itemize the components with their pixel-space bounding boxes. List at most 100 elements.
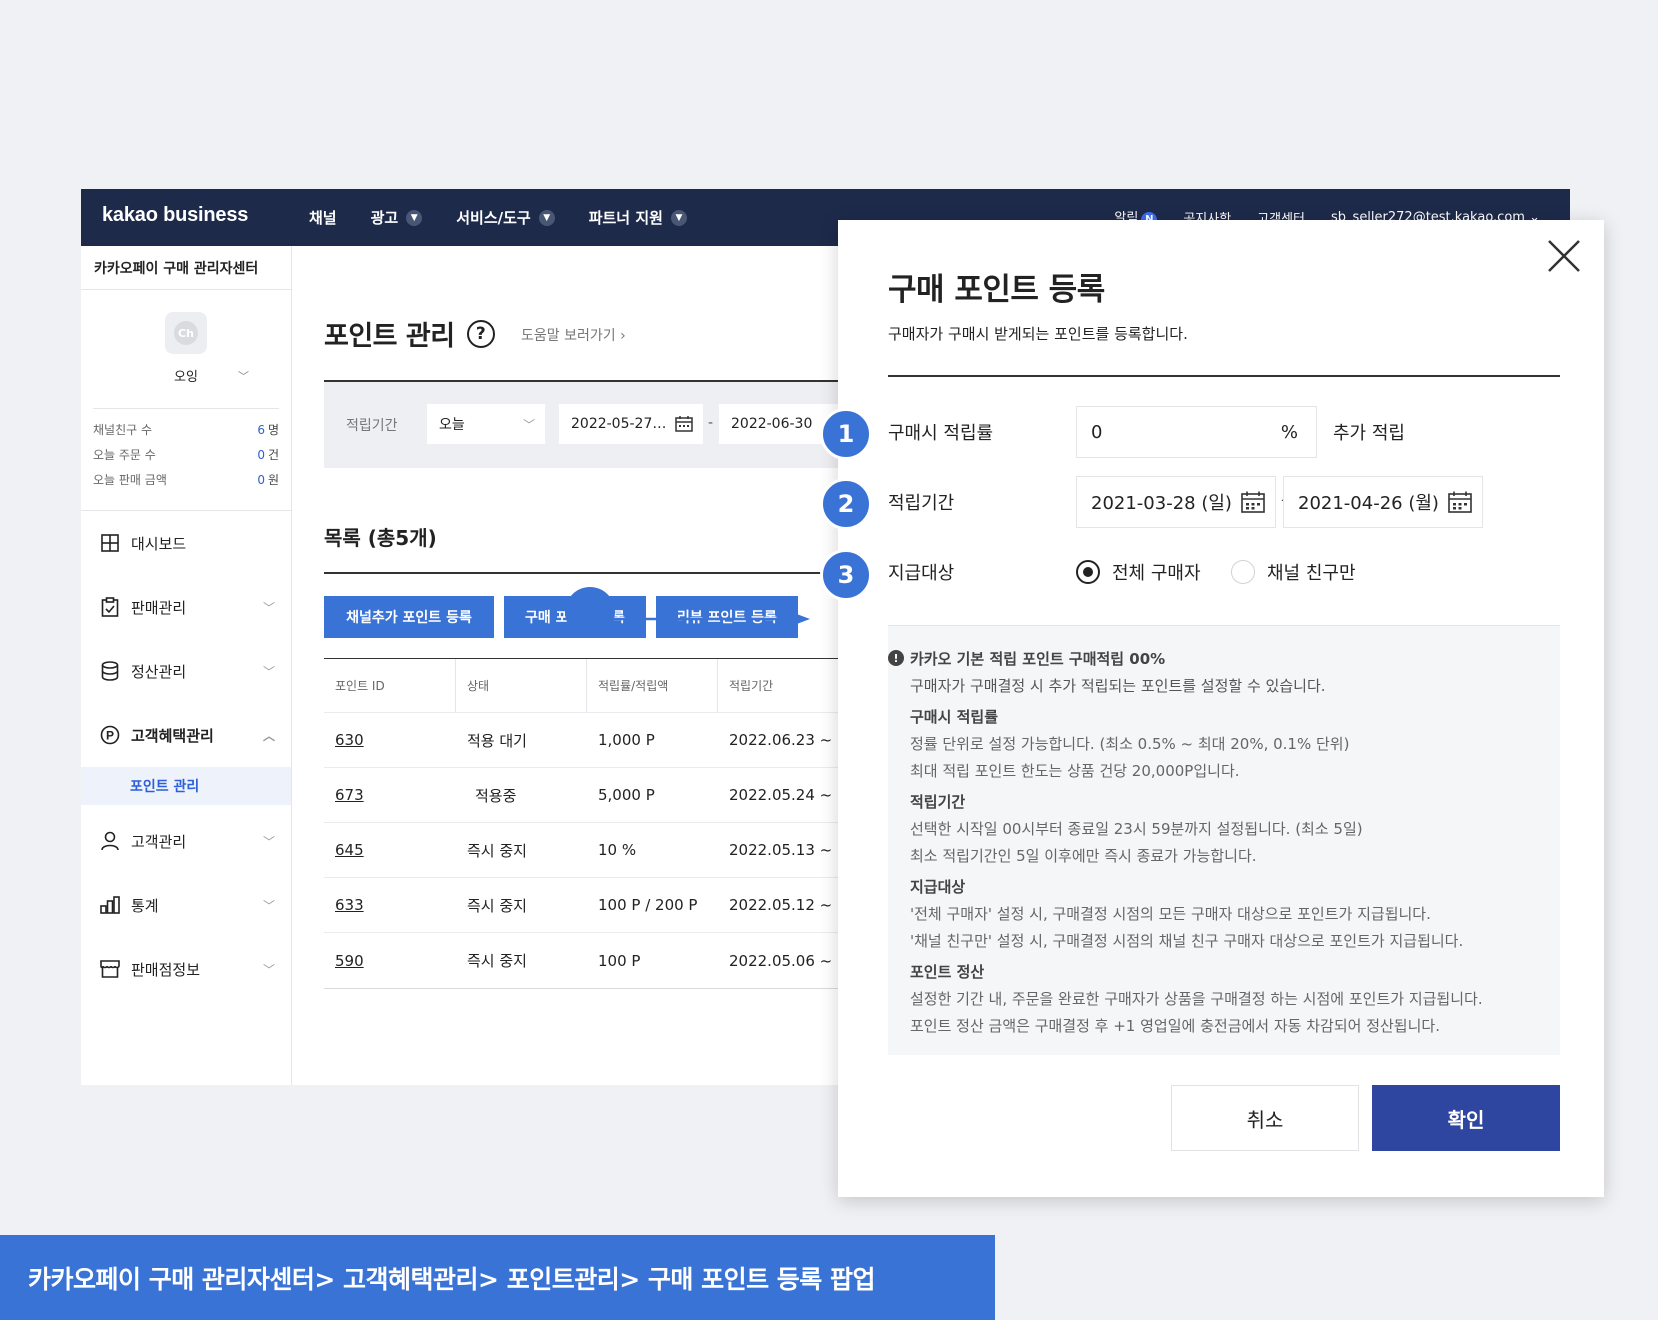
close-icon[interactable] [1546, 238, 1582, 274]
stat-value: 6 [257, 423, 265, 437]
sidebar-item-label: 판매관리 [131, 598, 187, 617]
stat-label: 오늘 판매 금액 [93, 473, 167, 487]
sidebar-item-customers[interactable]: 고객관리 ﹀ [81, 809, 291, 873]
nav-partner-label: 파트너 지원 [588, 209, 663, 227]
column-header: 포인트 ID [324, 658, 456, 713]
stat-friends: 채널친구 수 6명 [93, 421, 279, 446]
stat-unit: 건 [267, 448, 279, 462]
rate-input[interactable]: 0 % [1076, 406, 1317, 458]
info-line: '전체 구매자' 설정 시, 구매결정 시점의 모든 구매자 대상으로 포인트가… [910, 905, 1431, 923]
sidebar-item-statistics[interactable]: 통계 ﹀ [81, 873, 291, 937]
period-select[interactable]: 오늘 ﹀ [427, 404, 545, 444]
svg-text:P: P [106, 729, 114, 743]
question-icon[interactable]: ? [466, 319, 495, 348]
radio-checked-icon [1076, 560, 1100, 584]
amount-cell: 100 P [598, 951, 641, 970]
nav-services-label: 서비스/도구 [456, 209, 531, 227]
radio-all-buyers[interactable]: 전체 구매자 [1076, 559, 1201, 585]
arrow-connector [590, 613, 810, 625]
info-line: 포인트 정산 금액은 구매결정 후 +1 영업일에 충전금에서 자동 차감되어 … [910, 1017, 1440, 1035]
stat-orders: 오늘 주문 수 0건 [93, 446, 279, 471]
filter-start-date-value: 2022-05-27 [571, 416, 653, 432]
sidebar-item-store-info[interactable]: 판매점정보 ﹀ [81, 937, 291, 1001]
confirm-button[interactable]: 확인 [1372, 1085, 1560, 1151]
sidebar-item-sales[interactable]: 판매관리 ﹀ [81, 575, 291, 639]
profile-selector[interactable]: 오잉 ﹀ [81, 366, 291, 386]
cancel-button[interactable]: 취소 [1171, 1085, 1359, 1151]
radio-channel-friends[interactable]: 채널 친구만 [1231, 559, 1356, 585]
chevron-down-icon: ▼ [538, 209, 555, 226]
column-header: 적립률/적립액 [587, 658, 718, 713]
period-end-date[interactable]: 2021-04-26 (월) [1283, 476, 1483, 528]
store-icon [99, 958, 121, 980]
nav-channel[interactable]: 채널 [309, 207, 337, 228]
profile-name: 오잉 [174, 370, 198, 385]
radio-label: 전체 구매자 [1112, 563, 1201, 584]
target-label: 지급대상 [888, 563, 955, 584]
status-cell: 즉시 중지 [467, 896, 527, 915]
sidebar-subitem-point-management[interactable]: 포인트 관리 [81, 767, 291, 805]
nav-services[interactable]: 서비스/도구 ▼ [456, 207, 555, 228]
point-id-link[interactable]: 633 [335, 896, 364, 914]
point-id-link[interactable]: 645 [335, 841, 364, 859]
calendar-icon[interactable] [1241, 491, 1265, 518]
rate-suffix: 추가 적립 [1333, 423, 1405, 444]
info-heading: 적립기간 [910, 793, 966, 811]
sidebar-menu: 대시보드 판매관리 ﹀ 정산관리 ﹀ P 고객혜택관리 ︿ 포인트 관리 고객관… [81, 510, 291, 1001]
column-header: 상태 [456, 658, 587, 713]
rate-input-value: 0 [1091, 421, 1103, 443]
sidebar-item-label: 고객혜택관리 [131, 726, 214, 745]
point-id-link[interactable]: 590 [335, 952, 364, 970]
chart-icon [99, 894, 121, 916]
help-link[interactable]: 도움말 보러가기 › [521, 325, 626, 345]
status-cell: 즉시 중지 [467, 841, 527, 860]
info-warning-title: 카카오 기본 적립 포인트 구매적립 00% [910, 650, 1166, 668]
add-channel-point-button[interactable]: 채널추가 포인트 등록 [324, 596, 494, 638]
chevron-down-icon: ▼ [670, 209, 687, 226]
amount-cell: 100 P / 200 P [598, 896, 698, 914]
amount-cell: 5,000 P [598, 786, 655, 804]
calendar-icon[interactable] [675, 415, 693, 436]
global-nav: 채널 광고 ▼ 서비스/도구 ▼ 파트너 지원 ▼ [309, 189, 687, 246]
period-start-date[interactable]: 2021-03-28 (일) [1076, 476, 1276, 528]
period-select-value: 오늘 [439, 417, 465, 433]
highlight-dot [565, 587, 615, 637]
period-label: 적립기간 [888, 493, 955, 514]
sidebar-item-dashboard[interactable]: 대시보드 [81, 511, 291, 575]
table-row: 645 즉시 중지 10 % 2022.05.13 ~ 2022.05.20 [324, 823, 919, 878]
kakao-business-logo[interactable]: kakao business [102, 204, 248, 227]
avatar: Ch [165, 312, 207, 354]
period-end-value: 2021-04-26 (월) [1298, 493, 1439, 514]
amount-cell: 1,000 P [598, 731, 655, 749]
modal-description: 구매자가 구매시 받게되는 포인트를 등록합니다. [888, 325, 1188, 343]
breadcrumb-caption: 카카오페이 구매 관리자센터> 고객혜택관리> 포인트관리> 구매 포인트 등록… [0, 1235, 995, 1320]
purchase-point-modal: 구매 포인트 등록 구매자가 구매시 받게되는 포인트를 등록합니다. 구매시 … [838, 220, 1604, 1197]
filter-start-date[interactable]: 2022-05-27… [559, 404, 703, 444]
radio-unchecked-icon [1231, 560, 1255, 584]
status-cell: 적용 대기 [467, 731, 527, 750]
table-header: 포인트 ID 상태 적립률/적립액 적립기간 [324, 658, 919, 713]
calendar-icon[interactable] [1448, 491, 1472, 518]
rate-label: 구매시 적립률 [888, 423, 994, 444]
sidebar-item-benefits[interactable]: P 고객혜택관리 ︿ [81, 703, 291, 767]
filter-end-date-value: 2022-06-30 [731, 416, 813, 432]
nav-partner[interactable]: 파트너 지원 ▼ [589, 207, 687, 228]
channel-profile: Ch 오잉 ﹀ [81, 290, 291, 386]
info-heading: 지급대상 [910, 878, 966, 896]
info-line: 선택한 시작일 00시부터 종료일 23시 59분까지 설정됩니다. (최소 5… [910, 820, 1363, 838]
nav-ads[interactable]: 광고 ▼ [371, 207, 423, 228]
point-id-link[interactable]: 630 [335, 731, 364, 749]
channel-stats: 채널친구 수 6명 오늘 주문 수 0건 오늘 판매 금액 0 원 [93, 408, 279, 496]
chevron-down-icon: ﹀ [262, 664, 275, 679]
info-warning-text: 구매자가 구매결정 시 추가 적립되는 포인트를 설정할 수 있습니다. [910, 677, 1326, 695]
modal-title: 구매 포인트 등록 [888, 272, 1105, 308]
point-id-link[interactable]: 673 [335, 786, 364, 804]
main-content: 포인트 관리 ? 도움말 보러가기 › 적립기간 오늘 ﹀ 2022-05-27… [292, 246, 919, 1085]
sidebar-item-settlement[interactable]: 정산관리 ﹀ [81, 639, 291, 703]
status-cell: 적용중 [475, 786, 517, 805]
sidebar-item-label: 통계 [131, 896, 159, 915]
point-icon: P [99, 724, 121, 746]
status-cell: 즉시 중지 [467, 952, 527, 970]
info-heading: 포인트 정산 [910, 963, 985, 981]
stat-unit: 원 [267, 473, 279, 487]
